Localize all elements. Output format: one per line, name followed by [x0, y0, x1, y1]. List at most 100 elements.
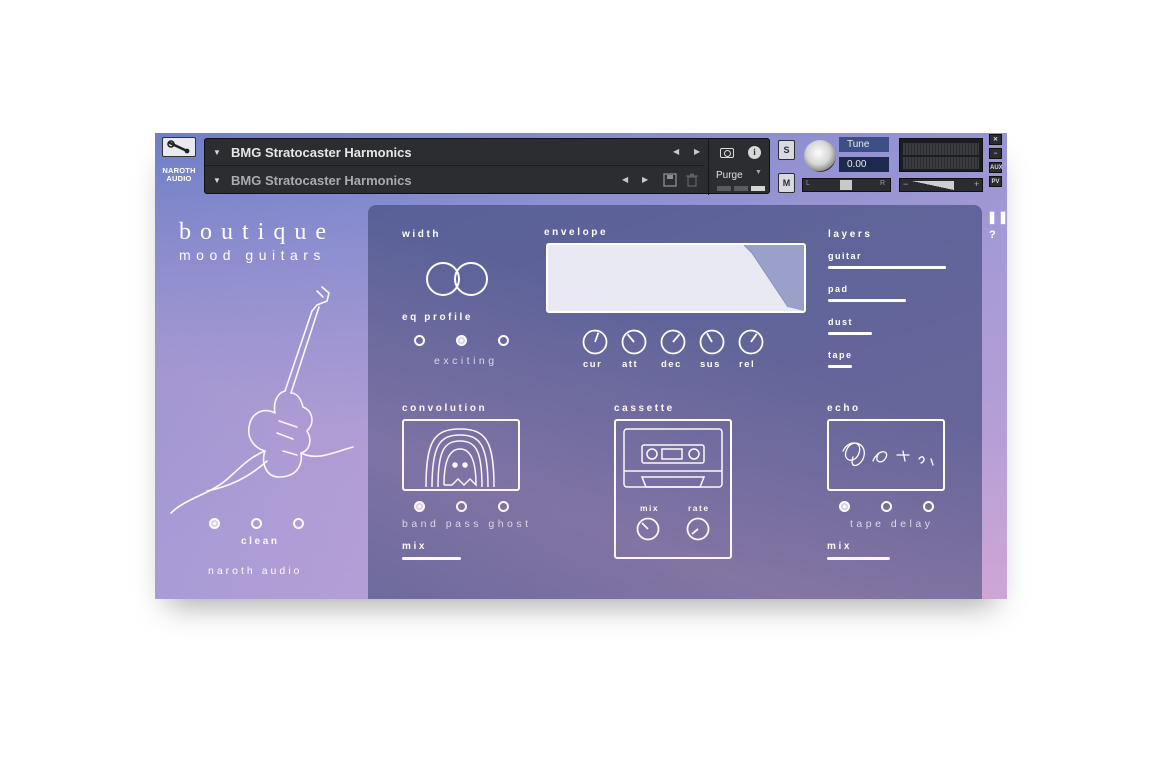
save-icon[interactable]: [663, 173, 677, 187]
echo-label: echo: [827, 403, 861, 414]
header-divider: [708, 139, 709, 195]
convolution-mix-slider[interactable]: [402, 557, 461, 560]
kontakt-header: NAROTH AUDIO ▼ BMG Stratocaster Harmonic…: [155, 133, 1007, 195]
instrument-name: BMG Stratocaster Harmonics: [231, 144, 412, 160]
convolution-dot-2[interactable]: [456, 501, 467, 512]
left-mode-selector: [209, 518, 309, 532]
instrument-header-panel: ▼ BMG Stratocaster Harmonics ◀ ▶ ▼ BMG S…: [204, 138, 770, 195]
info-icon[interactable]: i: [748, 146, 761, 159]
minimize-button[interactable]: −: [989, 148, 1002, 159]
envelope-display[interactable]: [546, 243, 806, 313]
preset-name-row[interactable]: ▼ BMG Stratocaster Harmonics: [205, 167, 705, 194]
cassette-mix-label: mix: [640, 503, 660, 513]
aux-button[interactable]: AUX: [989, 162, 1003, 173]
layer-label-guitar: guitar: [828, 251, 863, 261]
solo-button[interactable]: S: [778, 140, 795, 160]
left-mode-dot-1[interactable]: [209, 518, 220, 529]
envelope-knob-rel[interactable]: [738, 329, 764, 355]
eq-profile-label: eq profile: [402, 312, 474, 323]
side-buttons: ✕ − AUX PV: [989, 134, 1003, 190]
pan-slider[interactable]: L R: [802, 178, 891, 192]
pan-handle[interactable]: [840, 180, 852, 190]
width-label: width: [402, 229, 442, 240]
layer-slider-pad[interactable]: [828, 299, 906, 302]
prev-instrument-arrow-icon[interactable]: ◀: [673, 147, 679, 156]
logo-subtitle: mood guitars: [179, 247, 326, 263]
plugin-window: NAROTH AUDIO ▼ BMG Stratocaster Harmonic…: [155, 133, 1007, 599]
layer-label-dust: dust: [828, 317, 853, 327]
left-mode-dot-3[interactable]: [293, 518, 304, 529]
help-icon[interactable]: ?: [989, 229, 996, 241]
wrench-button[interactable]: [162, 137, 196, 157]
output-meter: [899, 138, 983, 172]
pan-left-label: L: [806, 180, 810, 187]
left-mode-label: clean: [241, 536, 280, 547]
tune-knob[interactable]: [804, 140, 836, 172]
volume-slider[interactable]: − +: [899, 178, 983, 192]
convolution-dot-3[interactable]: [498, 501, 509, 512]
cassette-rate-knob[interactable]: [686, 517, 710, 541]
dropdown-triangle-icon[interactable]: ▼: [213, 176, 223, 185]
layer-slider-dust[interactable]: [828, 332, 872, 335]
guitar-illustration: [170, 286, 354, 514]
echo-value: tape delay: [850, 518, 934, 530]
eq-dot-2[interactable]: [456, 335, 467, 346]
scribble-illustration: [842, 442, 934, 467]
envelope-knob-cur[interactable]: [582, 329, 608, 355]
purge-dropdown-icon[interactable]: ▼: [755, 169, 762, 176]
logo-title: boutique: [179, 219, 335, 245]
pan-right-label: R: [880, 180, 886, 187]
layer-slider-guitar[interactable]: [828, 266, 946, 269]
convolution-dot-1[interactable]: [414, 501, 425, 512]
wrench-icon: [167, 140, 190, 154]
purge-menu[interactable]: Purge: [716, 170, 743, 181]
close-button[interactable]: ✕: [989, 134, 1002, 145]
eq-profile-value: exciting: [434, 355, 498, 367]
volume-minus-label: −: [903, 179, 909, 189]
instrument-name-row[interactable]: ▼ BMG Stratocaster Harmonics: [205, 139, 705, 166]
delete-icon[interactable]: [686, 173, 698, 187]
pv-button[interactable]: PV: [989, 176, 1002, 187]
envelope-knob-dec[interactable]: [660, 329, 686, 355]
camera-icon[interactable]: [720, 148, 734, 158]
pause-icon[interactable]: ❚❚: [987, 210, 1007, 224]
tune-value[interactable]: 0.00: [839, 157, 889, 172]
eq-dot-1[interactable]: [414, 335, 425, 346]
envelope-knob-label: dec: [661, 359, 682, 370]
convolution-display[interactable]: [402, 419, 520, 491]
layer-label-pad: pad: [828, 284, 849, 294]
left-mode-dot-2[interactable]: [251, 518, 262, 529]
echo-mix-slider[interactable]: [827, 557, 890, 560]
meter-left-bar: [903, 143, 979, 155]
cassette-illustration: [623, 428, 723, 488]
preset-name: BMG Stratocaster Harmonics: [231, 173, 412, 188]
layer-label-tape: tape: [828, 350, 853, 360]
dropdown-triangle-icon[interactable]: ▼: [213, 148, 223, 157]
eq-dot-3[interactable]: [498, 335, 509, 346]
width-stereo-icon[interactable]: [424, 259, 492, 299]
envelope-knob-label: att: [622, 359, 639, 370]
volume-ramp: [912, 181, 954, 190]
layer-slider-tape[interactable]: [828, 365, 852, 368]
cassette-mix-knob[interactable]: [636, 517, 660, 541]
cassette-label: cassette: [614, 403, 675, 414]
next-instrument-arrow-icon[interactable]: ▶: [694, 147, 700, 156]
convolution-mix-label: mix: [402, 541, 428, 552]
mute-button[interactable]: M: [778, 173, 795, 193]
volume-plus-label: +: [974, 179, 980, 189]
echo-dot-2[interactable]: [881, 501, 892, 512]
prev-preset-arrow-icon[interactable]: ◀: [622, 175, 628, 184]
echo-display[interactable]: [827, 419, 945, 491]
purge-indicator: [717, 186, 765, 191]
next-preset-arrow-icon[interactable]: ▶: [642, 175, 648, 184]
envelope-knob-att[interactable]: [621, 329, 647, 355]
brand-footer: naroth audio: [208, 565, 303, 577]
echo-dot-1[interactable]: [839, 501, 850, 512]
echo-dot-3[interactable]: [923, 501, 934, 512]
convolution-label: convolution: [402, 403, 488, 414]
envelope-curve: [743, 245, 804, 311]
envelope-knob-sus[interactable]: [699, 329, 725, 355]
envelope-knob-label: sus: [700, 359, 721, 370]
echo-mix-label: mix: [827, 541, 853, 552]
meter-right-bar: [903, 157, 979, 169]
